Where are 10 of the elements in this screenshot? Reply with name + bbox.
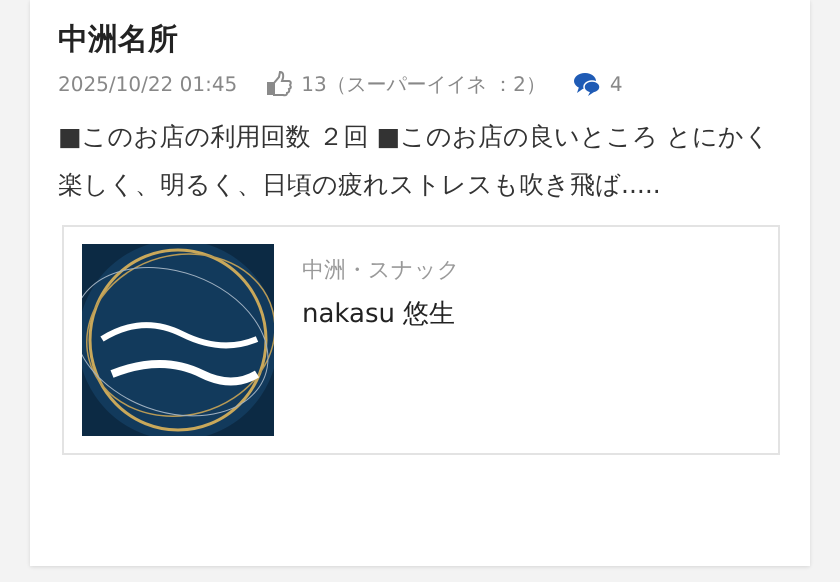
like-count: 13（スーパーイイネ ：2） — [301, 71, 546, 98]
shop-category: 中洲・スナック — [302, 257, 460, 285]
comment-count: 4 — [610, 71, 623, 98]
shop-card[interactable]: 中洲・スナック nakasu 悠生 — [62, 225, 780, 455]
post-excerpt: ■このお店の利用回数 ２回 ■このお店の良いところ とにかく楽しく、明るく、日頃の疲れストレスも吹き飛ば..... — [58, 121, 772, 201]
shop-name[interactable]: nakasu 悠生 — [302, 295, 460, 334]
post-date: 2025/10/22 01:45 — [58, 71, 238, 98]
speech-bubbles-icon[interactable] — [574, 72, 602, 96]
post-title: 中洲名所 — [58, 21, 179, 59]
thumbs-up-icon[interactable] — [265, 70, 294, 98]
